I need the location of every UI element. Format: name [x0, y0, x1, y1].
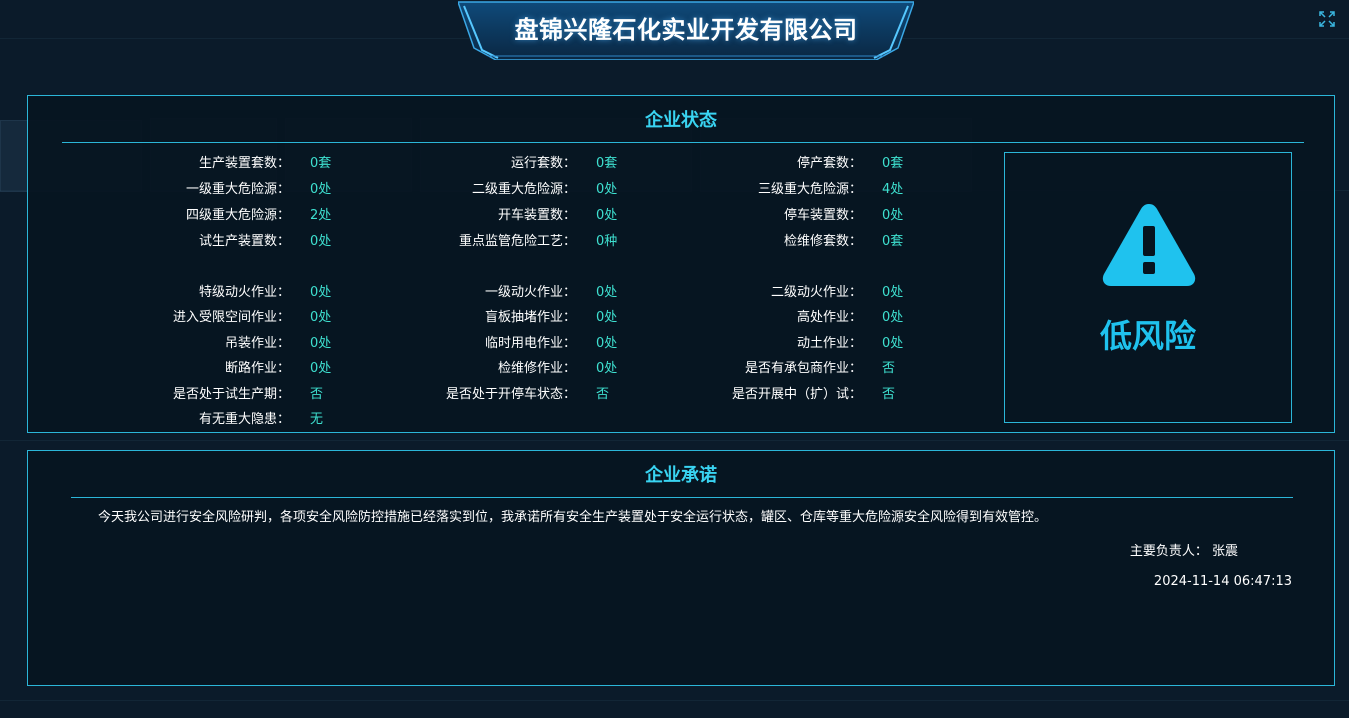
header: 盘锦兴隆石化实业开发有限公司: [458, 0, 914, 60]
status-row: 进入受限空间作业： 0处 盲板抽堵作业： 0处 高处作业： 0处: [28, 306, 988, 326]
enterprise-promise-panel: 企业承诺 今天我公司进行安全风险研判，各项安全风险防控措施已经落实到位，我承诺所…: [27, 450, 1335, 686]
status-item-label: 是否处于开停车状态：: [445, 387, 576, 402]
status-item-value: 0处: [882, 208, 904, 223]
status-item-label: 临时用电作业：: [484, 336, 576, 351]
responsible-person: 主要负责人： 张震: [1130, 540, 1238, 559]
status-item-label: 停车装置数：: [783, 208, 862, 223]
status-item-value: 否: [310, 387, 324, 402]
warning-icon: [1102, 204, 1196, 286]
status-title-divider: [62, 142, 1304, 143]
status-item-value: 0处: [882, 285, 904, 300]
status-item-label: 生产装置套数：: [198, 156, 290, 171]
status-row: 生产装置套数： 0套 运行套数： 0套 停产套数： 0套: [28, 152, 988, 172]
status-item-label: 二级重大危险源：: [471, 182, 576, 197]
status-row: 吊装作业： 0处 临时用电作业： 0处 动土作业： 0处: [28, 332, 988, 352]
status-row: 断路作业： 0处 检维修作业： 0处 是否有承包商作业： 否: [28, 357, 988, 377]
status-item-label: 进入受限空间作业：: [172, 310, 290, 325]
status-item-value: 0处: [310, 234, 332, 249]
status-item-label: 重点监管危险工艺：: [458, 234, 576, 249]
risk-level-box: 低风险: [1004, 152, 1292, 423]
status-item-label: 吊装作业：: [224, 336, 290, 351]
responsible-person-name: 张震: [1211, 544, 1238, 559]
promise-text: 今天我公司进行安全风险研判，各项安全风险防控措施已经落实到位，我承诺所有安全生产…: [98, 510, 1048, 525]
promise-panel-title: 企业承诺: [645, 465, 717, 486]
status-item-value: 0处: [310, 182, 332, 197]
risk-level-label: 低风险: [1099, 317, 1196, 355]
status-item-value: 0种: [596, 234, 618, 249]
enterprise-status-panel: 企业状态 生产装置套数： 0套 运行套数： 0套 停产套数： 0套 一级重大危险源： 0处 二级…: [27, 95, 1335, 433]
status-item-label: 停产套数：: [796, 156, 862, 171]
status-item-value: 0套: [882, 156, 904, 171]
status-item-value: 0处: [310, 310, 332, 325]
status-item-value: 0处: [596, 361, 618, 376]
status-item-label: 检维修套数：: [783, 234, 862, 249]
status-item-label: 是否有承包商作业：: [744, 361, 862, 376]
status-item-label: 动土作业：: [796, 336, 862, 351]
status-item-value: 0处: [310, 285, 332, 300]
page-title: 盘锦兴隆石化实业开发有限公司: [514, 16, 858, 44]
status-row: 有无重大隐患： 无: [28, 408, 988, 428]
status-item-value: 0套: [310, 156, 332, 171]
promise-timestamp: 2024-11-14 06:47:13: [1153, 574, 1292, 589]
status-item-value: 否: [596, 387, 610, 402]
status-panel-title: 企业状态: [645, 110, 717, 131]
status-item-label: 特级动火作业：: [198, 285, 290, 300]
status-item-value: 无: [310, 412, 324, 427]
status-item-label: 运行套数：: [510, 156, 576, 171]
status-item-value: 0套: [882, 234, 904, 249]
status-item-value: 4处: [882, 182, 904, 197]
status-item-label: 是否开展中（扩）试：: [731, 387, 862, 402]
status-item-value: 0处: [596, 285, 618, 300]
status-item-label: 二级动火作业：: [770, 285, 862, 300]
fullscreen-icon[interactable]: [1319, 11, 1335, 27]
status-item-label: 高处作业：: [796, 310, 862, 325]
status-row: 一级重大危险源： 0处 二级重大危险源： 0处 三级重大危险源： 4处: [28, 178, 988, 198]
status-item-label: 是否处于试生产期：: [172, 387, 290, 402]
status-item-label: 一级重大危险源：: [185, 182, 290, 197]
promise-title-divider: [71, 497, 1293, 498]
status-item-value: 2处: [310, 208, 332, 223]
status-item-value: 0处: [882, 336, 904, 351]
status-item-value: 0处: [596, 208, 618, 223]
status-item-value: 0处: [596, 310, 618, 325]
status-row: 是否处于试生产期： 否 是否处于开停车状态： 否 是否开展中（扩）试： 否: [28, 383, 988, 403]
status-item-label: 一级动火作业：: [484, 285, 576, 300]
status-item-label: 盲板抽堵作业：: [484, 310, 576, 325]
status-item-value: 0套: [596, 156, 618, 171]
status-item-value: 0处: [882, 310, 904, 325]
status-item-label: 三级重大危险源：: [757, 182, 862, 197]
status-item-label: 有无重大隐患：: [198, 412, 290, 427]
status-item-value: 0处: [310, 336, 332, 351]
responsible-person-label: 主要负责人：: [1129, 544, 1208, 559]
status-row: 特级动火作业： 0处 一级动火作业： 0处 二级动火作业： 0处: [28, 281, 988, 301]
status-item-value: 0处: [596, 336, 618, 351]
status-item-label: 检维修作业：: [497, 361, 576, 376]
status-item-label: 开车装置数：: [497, 208, 576, 223]
status-item-value: 0处: [310, 361, 332, 376]
status-item-label: 试生产装置数：: [198, 234, 290, 249]
status-item-value: 否: [882, 387, 896, 402]
status-item-value: 否: [882, 361, 896, 376]
status-item-label: 断路作业：: [224, 361, 290, 376]
status-row: 试生产装置数： 0处 重点监管危险工艺： 0种 检维修套数： 0套: [28, 230, 988, 250]
status-item-label: 四级重大危险源：: [185, 208, 290, 223]
status-item-value: 0处: [596, 182, 618, 197]
status-row: 四级重大危险源： 2处 开车装置数： 0处 停车装置数： 0处: [28, 204, 988, 224]
